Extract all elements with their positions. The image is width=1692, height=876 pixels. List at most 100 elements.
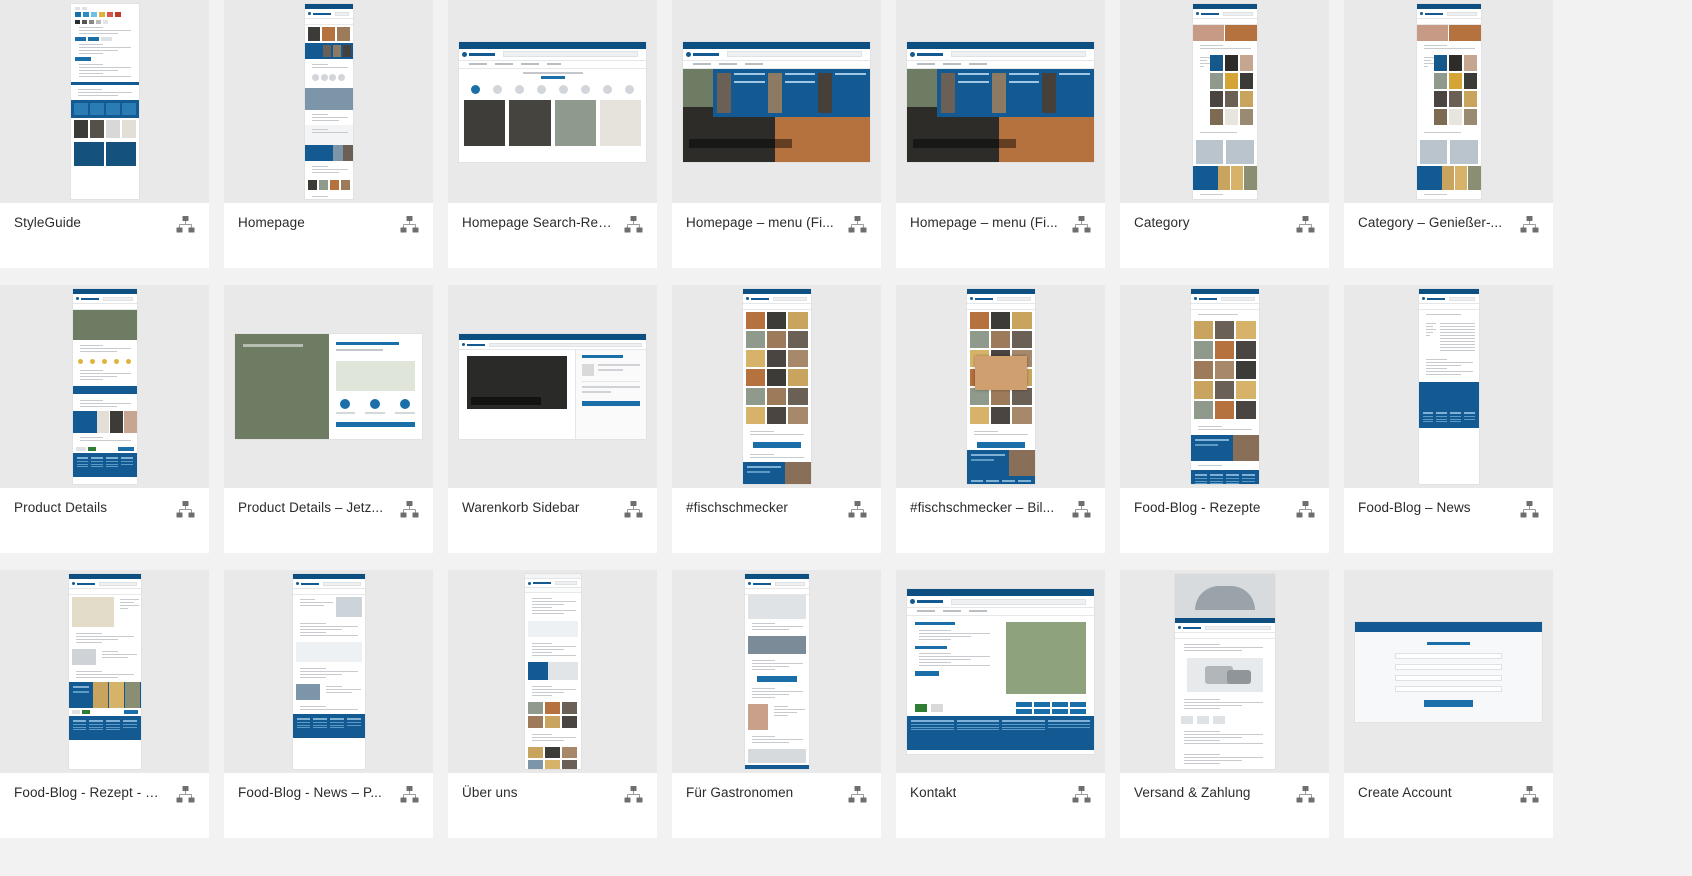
artboard-label-bar: Versand & Zahlung: [1120, 773, 1329, 838]
artboard-label-bar: Product Details: [0, 488, 209, 553]
flow-hierarchy-icon[interactable]: [1296, 786, 1315, 803]
artboard-name: Category: [1134, 215, 1190, 230]
flow-hierarchy-icon[interactable]: [848, 501, 867, 518]
artboard-label-bar: Homepage Search-Res...: [448, 203, 657, 268]
flow-hierarchy-icon[interactable]: [624, 786, 643, 803]
artboard-thumbnail-styleguide[interactable]: [0, 0, 209, 203]
artboard-card[interactable]: #fischschmecker – Bil...: [896, 285, 1105, 553]
flow-hierarchy-icon[interactable]: [1072, 216, 1091, 233]
flow-hierarchy-icon[interactable]: [400, 786, 419, 803]
artboard-name: Food-Blog - Rezepte: [1134, 500, 1261, 515]
flow-hierarchy-icon[interactable]: [1296, 501, 1315, 518]
artboard-thumbnail-search-results[interactable]: [448, 0, 657, 203]
artboard-label-bar: Category: [1120, 203, 1329, 268]
artboard-thumbnail-menu-open-2[interactable]: [896, 0, 1105, 203]
flow-hierarchy-icon[interactable]: [176, 501, 195, 518]
artboard-card[interactable]: Product Details: [0, 285, 209, 553]
artboard-thumbnail-hashtag-grid-2[interactable]: [896, 285, 1105, 488]
artboard-label-bar: Homepage – menu (Fi...: [896, 203, 1105, 268]
artboard-card[interactable]: Food-Blog - Rezept - P...: [0, 570, 209, 838]
artboard-thumbnail-menu-open[interactable]: [672, 0, 881, 203]
flow-hierarchy-icon[interactable]: [1296, 216, 1315, 233]
flow-hierarchy-icon[interactable]: [1520, 786, 1539, 803]
flow-hierarchy-icon[interactable]: [1072, 501, 1091, 518]
artboard-thumbnail-blog-recipes[interactable]: [1120, 285, 1329, 488]
artboard-label-bar: Homepage: [224, 203, 433, 268]
artboard-card[interactable]: Warenkorb Sidebar: [448, 285, 657, 553]
artboard-name: Homepage: [238, 215, 305, 230]
flow-hierarchy-icon[interactable]: [176, 786, 195, 803]
artboard-thumbnail-blog-news[interactable]: [1344, 285, 1553, 488]
artboard-name: Homepage – menu (Fi...: [686, 215, 834, 230]
artboard-card[interactable]: Homepage – menu (Fi...: [896, 0, 1105, 268]
artboard-thumbnail-create-account[interactable]: [1344, 570, 1553, 773]
artboard-card[interactable]: Food-Blog – News: [1344, 285, 1553, 553]
artboard-thumbnail-category[interactable]: [1344, 0, 1553, 203]
artboard-label-bar: Über uns: [448, 773, 657, 838]
artboard-label-bar: Product Details – Jetz...: [224, 488, 433, 553]
artboard-name: Homepage – menu (Fi...: [910, 215, 1058, 230]
artboard-label-bar: StyleGuide: [0, 203, 209, 268]
artboard-label-bar: Food-Blog - News – P...: [224, 773, 433, 838]
artboard-label-bar: Category – Genießer-...: [1344, 203, 1553, 268]
artboard-thumbnail-recipe-post[interactable]: [0, 570, 209, 773]
artboard-card[interactable]: Category – Genießer-...: [1344, 0, 1553, 268]
artboard-card[interactable]: Kontakt: [896, 570, 1105, 838]
artboard-name: Warenkorb Sidebar: [462, 500, 580, 515]
flow-hierarchy-icon[interactable]: [848, 216, 867, 233]
artboard-name: Food-Blog – News: [1358, 500, 1471, 515]
artboard-name: Food-Blog - Rezept - P...: [14, 785, 164, 800]
artboard-label-bar: Homepage – menu (Fi...: [672, 203, 881, 268]
artboard-card[interactable]: Versand & Zahlung: [1120, 570, 1329, 838]
artboard-thumbnail-gastronomy[interactable]: [672, 570, 881, 773]
artboard-name: Kontakt: [910, 785, 957, 800]
artboard-thumbnail-homepage[interactable]: [224, 0, 433, 203]
artboard-thumbnail-contact[interactable]: [896, 570, 1105, 773]
artboard-name: Für Gastronomen: [686, 785, 794, 800]
artboard-name: Create Account: [1358, 785, 1452, 800]
artboard-thumbnail-shipping[interactable]: [1120, 570, 1329, 773]
flow-hierarchy-icon[interactable]: [1520, 501, 1539, 518]
artboard-name: Homepage Search-Res...: [462, 215, 612, 230]
artboard-name: StyleGuide: [14, 215, 82, 230]
flow-hierarchy-icon[interactable]: [624, 501, 643, 518]
flow-hierarchy-icon[interactable]: [400, 216, 419, 233]
artboard-thumbnail-hashtag-grid[interactable]: [672, 285, 881, 488]
artboard-card[interactable]: Homepage Search-Res...: [448, 0, 657, 268]
artboard-label-bar: Kontakt: [896, 773, 1105, 838]
artboard-thumbnail-news-post[interactable]: [224, 570, 433, 773]
artboard-thumbnail-category[interactable]: [1120, 0, 1329, 203]
flow-hierarchy-icon[interactable]: [400, 501, 419, 518]
artboard-label-bar: Für Gastronomen: [672, 773, 881, 838]
artboard-label-bar: Food-Blog – News: [1344, 488, 1553, 553]
flow-hierarchy-icon[interactable]: [176, 216, 195, 233]
artboard-thumbnail-product[interactable]: [0, 285, 209, 488]
artboard-gallery-grid: StyleGuide Homepage Homepage Search-Res.…: [0, 0, 1692, 838]
artboard-name: Versand & Zahlung: [1134, 785, 1251, 800]
artboard-card[interactable]: Homepage – menu (Fi...: [672, 0, 881, 268]
artboard-name: #fischschmecker: [686, 500, 789, 515]
artboard-thumbnail-product-wide[interactable]: [224, 285, 433, 488]
artboard-card[interactable]: Food-Blog - Rezepte: [1120, 285, 1329, 553]
flow-hierarchy-icon[interactable]: [624, 216, 643, 233]
artboard-card[interactable]: Über uns: [448, 570, 657, 838]
artboard-card[interactable]: StyleGuide: [0, 0, 209, 268]
artboard-card[interactable]: Food-Blog - News – P...: [224, 570, 433, 838]
artboard-label-bar: Create Account: [1344, 773, 1553, 838]
flow-hierarchy-icon[interactable]: [1520, 216, 1539, 233]
artboard-name: Food-Blog - News – P...: [238, 785, 382, 800]
artboard-card[interactable]: Product Details – Jetz...: [224, 285, 433, 553]
artboard-card[interactable]: Für Gastronomen: [672, 570, 881, 838]
artboard-card[interactable]: Homepage: [224, 0, 433, 268]
artboard-label-bar: #fischschmecker: [672, 488, 881, 553]
artboard-card[interactable]: Create Account: [1344, 570, 1553, 838]
artboard-label-bar: Food-Blog - Rezept - P...: [0, 773, 209, 838]
artboard-label-bar: Warenkorb Sidebar: [448, 488, 657, 553]
flow-hierarchy-icon[interactable]: [848, 786, 867, 803]
artboard-thumbnail-about[interactable]: [448, 570, 657, 773]
artboard-thumbnail-cart-sidebar[interactable]: [448, 285, 657, 488]
artboard-card[interactable]: Category: [1120, 0, 1329, 268]
artboard-card[interactable]: #fischschmecker: [672, 285, 881, 553]
flow-hierarchy-icon[interactable]: [1072, 786, 1091, 803]
artboard-name: Über uns: [462, 785, 518, 800]
